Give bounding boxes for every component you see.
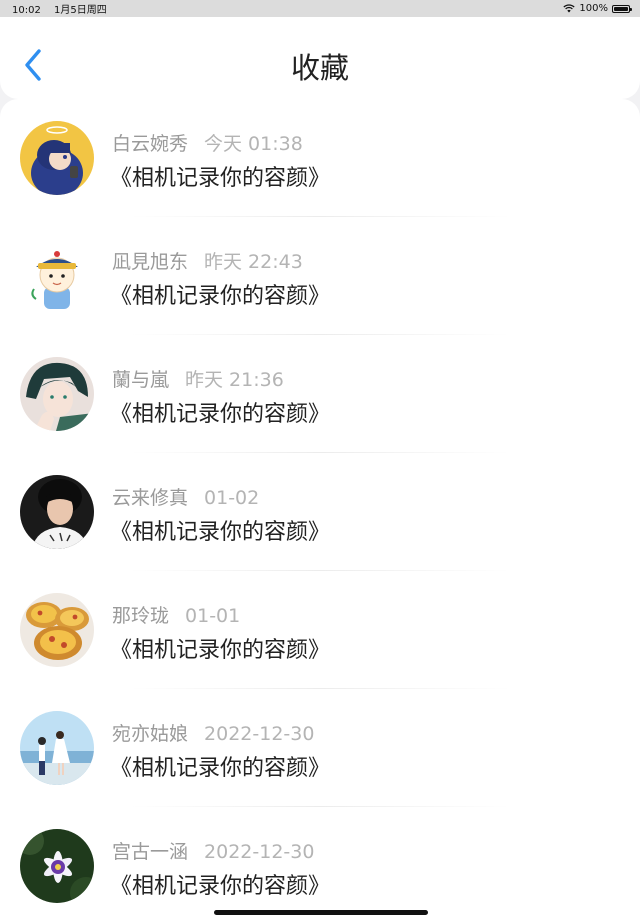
avatar[interactable] [20, 829, 94, 903]
user-name: 凪見旭东 [112, 251, 189, 273]
portrait-photo-avatar [20, 475, 94, 549]
egg-tart-photo-avatar [20, 593, 94, 667]
timestamp: 今天 01:38 [204, 133, 303, 155]
message-text: 《相机记录你的容颜》 [110, 756, 331, 781]
list-item[interactable]: 云来修真 01-02 《相机记录你的容颜》 [0, 453, 640, 571]
anime-character-avatar [20, 121, 94, 195]
list-item[interactable]: 蘭与嵐 昨天 21:36 《相机记录你的容颜》 [0, 335, 640, 453]
timestamp: 昨天 22:43 [204, 251, 303, 273]
item-meta: 白云婉秀 今天 01:38 [112, 129, 303, 156]
user-name: 那玲珑 [112, 605, 170, 627]
message-text: 《相机记录你的容颜》 [110, 402, 331, 427]
battery-icon [612, 4, 632, 13]
message-text: 《相机记录你的容颜》 [110, 166, 331, 191]
anime-boy-avatar [20, 357, 94, 431]
avatar[interactable] [20, 357, 94, 431]
avatar[interactable] [20, 121, 94, 195]
timestamp: 2022-12-30 [204, 723, 315, 745]
battery-fill [614, 6, 628, 11]
message-text: 《相机记录你的容颜》 [110, 874, 331, 899]
favorites-list: 白云婉秀 今天 01:38 《相机记录你的容颜》 凪見旭东 昨天 22:43 《相机… [0, 99, 640, 921]
item-meta: 凪見旭东 昨天 22:43 [112, 247, 303, 274]
nav-bar: 收藏 [0, 17, 640, 99]
user-name: 宫古一涵 [112, 841, 189, 863]
avatar[interactable] [20, 711, 94, 785]
timestamp: 昨天 21:36 [185, 369, 284, 391]
status-right: 100% [563, 3, 632, 14]
page-title: 收藏 [290, 51, 349, 85]
list-item[interactable]: 白云婉秀 今天 01:38 《相机记录你的容颜》 [0, 99, 640, 217]
list-item[interactable]: 宫古一涵 2022-12-30 《相机记录你的容颜》 [0, 807, 640, 921]
status-bar: 10:02 1月5日周四 100% [0, 0, 640, 17]
user-name: 白云婉秀 [112, 133, 189, 155]
status-left: 10:02 1月5日周四 [12, 1, 117, 16]
user-name: 云来修真 [112, 487, 189, 509]
wifi-icon [563, 4, 576, 13]
timestamp: 01-01 [185, 605, 241, 627]
avatar[interactable] [20, 239, 94, 313]
user-name: 蘭与嵐 [112, 369, 170, 391]
avatar[interactable] [20, 475, 94, 549]
item-meta: 那玲珑 01-01 [112, 601, 240, 628]
item-meta: 云来修真 01-02 [112, 483, 259, 510]
status-time: 10:02 [12, 5, 41, 16]
timestamp: 01-02 [204, 487, 260, 509]
message-text: 《相机记录你的容颜》 [110, 284, 331, 309]
home-indicator[interactable] [214, 910, 428, 915]
battery-percent: 100% [579, 3, 608, 14]
couple-seaside-avatar [20, 711, 94, 785]
cartoon-qing-official-avatar [20, 239, 94, 313]
user-name: 宛亦姑娘 [112, 723, 189, 745]
list-item[interactable]: 宛亦姑娘 2022-12-30 《相机记录你的容颜》 [0, 689, 640, 807]
item-meta: 宫古一涵 2022-12-30 [112, 837, 314, 864]
status-date: 1月5日周四 [54, 5, 107, 16]
timestamp: 2022-12-30 [204, 841, 315, 863]
flower-photo-avatar [20, 829, 94, 903]
message-text: 《相机记录你的容颜》 [110, 520, 331, 545]
list-item[interactable]: 那玲珑 01-01 《相机记录你的容颜》 [0, 571, 640, 689]
item-meta: 蘭与嵐 昨天 21:36 [112, 365, 284, 392]
avatar[interactable] [20, 593, 94, 667]
list-item[interactable]: 凪見旭东 昨天 22:43 《相机记录你的容颜》 [0, 217, 640, 335]
item-meta: 宛亦姑娘 2022-12-30 [112, 719, 314, 746]
message-text: 《相机记录你的容颜》 [110, 638, 331, 663]
